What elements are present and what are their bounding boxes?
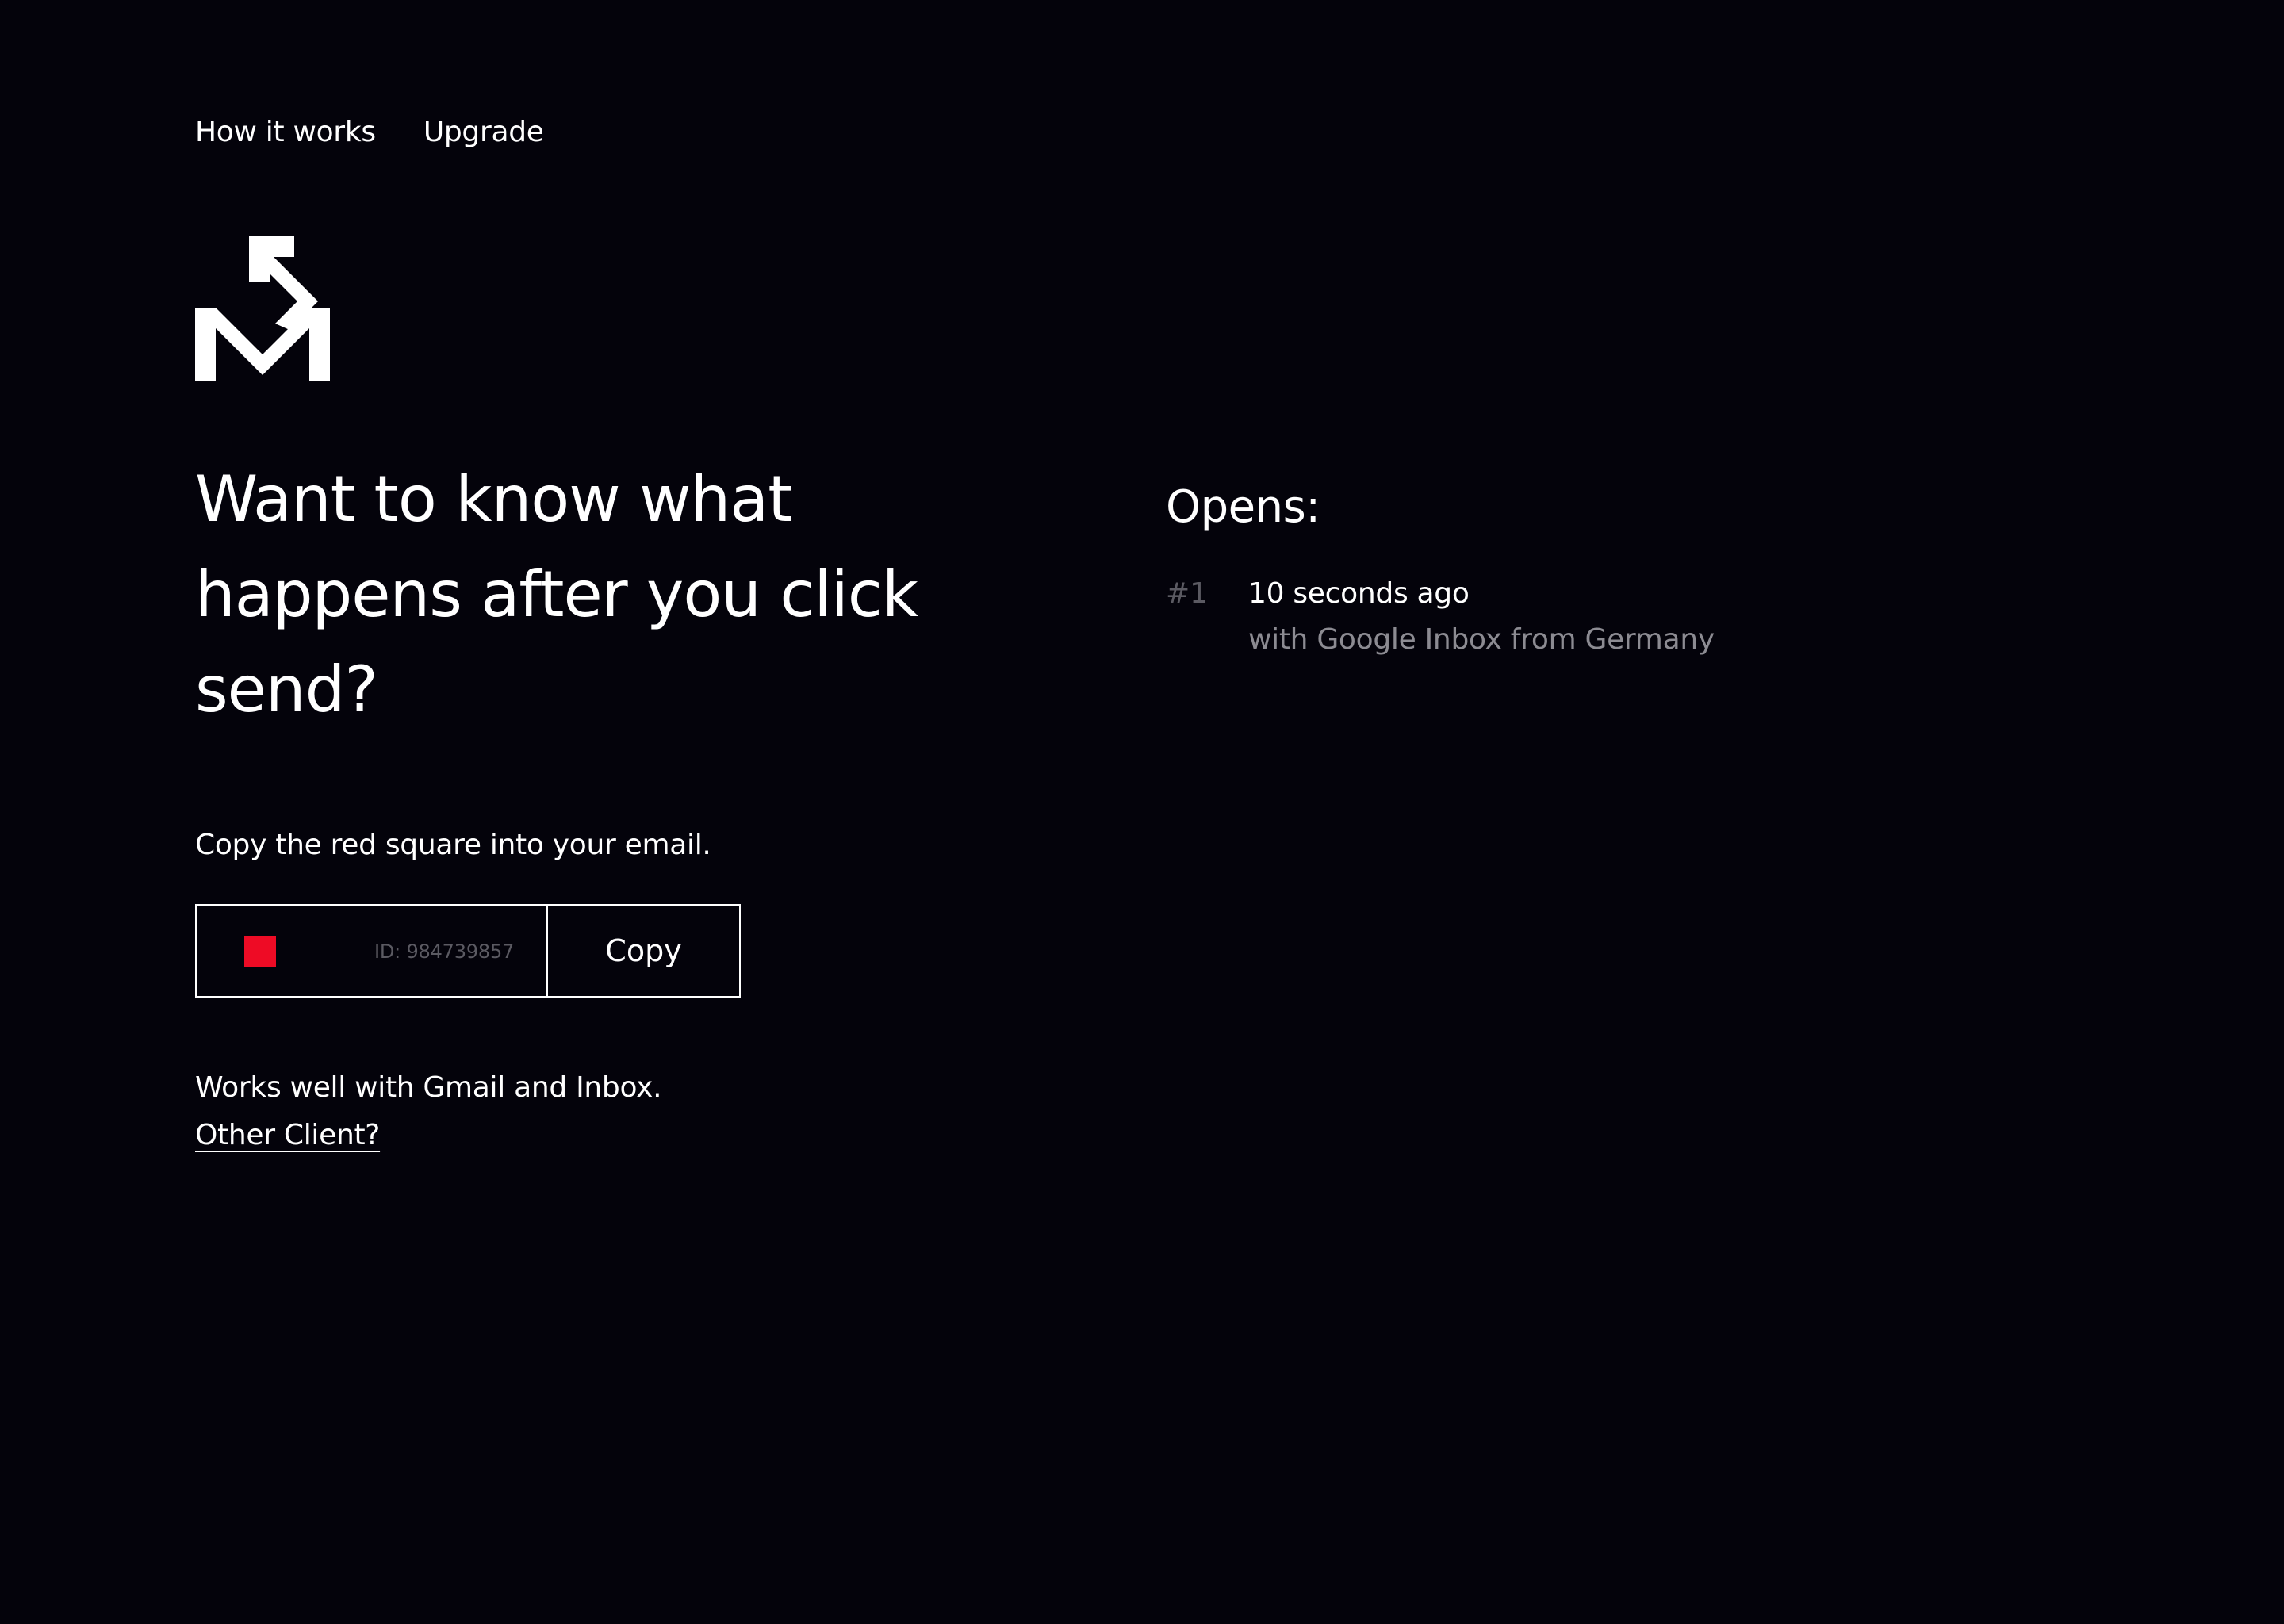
page: How it works Upgrade Want to know what h… xyxy=(0,0,2284,1624)
copy-button[interactable]: Copy xyxy=(548,906,739,996)
top-nav: How it works Upgrade xyxy=(195,113,544,151)
mail-arrow-logo-icon xyxy=(195,236,330,381)
open-entry: #1 10 seconds ago with Google Inbox from… xyxy=(1166,571,2117,663)
compatibility-note: Works well with Gmail and Inbox. Other C… xyxy=(195,1064,662,1159)
open-entry-info: 10 seconds ago with Google Inbox from Ge… xyxy=(1248,571,1715,663)
open-entry-detail: with Google Inbox from Germany xyxy=(1248,623,1715,656)
red-tracking-square[interactable] xyxy=(244,936,276,967)
other-client-link[interactable]: Other Client? xyxy=(195,1119,380,1151)
instruction-text: Copy the red square into your email. xyxy=(195,829,711,861)
opens-title: Opens: xyxy=(1166,481,1320,533)
tracker-id: ID: 984739857 xyxy=(374,940,515,963)
opens-panel: Opens: #1 10 seconds ago with Google Inb… xyxy=(1166,476,2117,663)
nav-how-it-works-link[interactable]: How it works xyxy=(195,113,376,151)
tracker-pixel-box[interactable]: ID: 984739857 xyxy=(197,906,548,996)
compatibility-text: Works well with Gmail and Inbox. xyxy=(195,1071,662,1104)
open-entry-number: #1 xyxy=(1166,577,1209,610)
headline: Want to know what happens after you clic… xyxy=(195,462,918,726)
open-entry-time: 10 seconds ago xyxy=(1248,577,1470,610)
tracker-widget: ID: 984739857 Copy xyxy=(195,904,741,998)
nav-upgrade-link[interactable]: Upgrade xyxy=(423,113,544,151)
